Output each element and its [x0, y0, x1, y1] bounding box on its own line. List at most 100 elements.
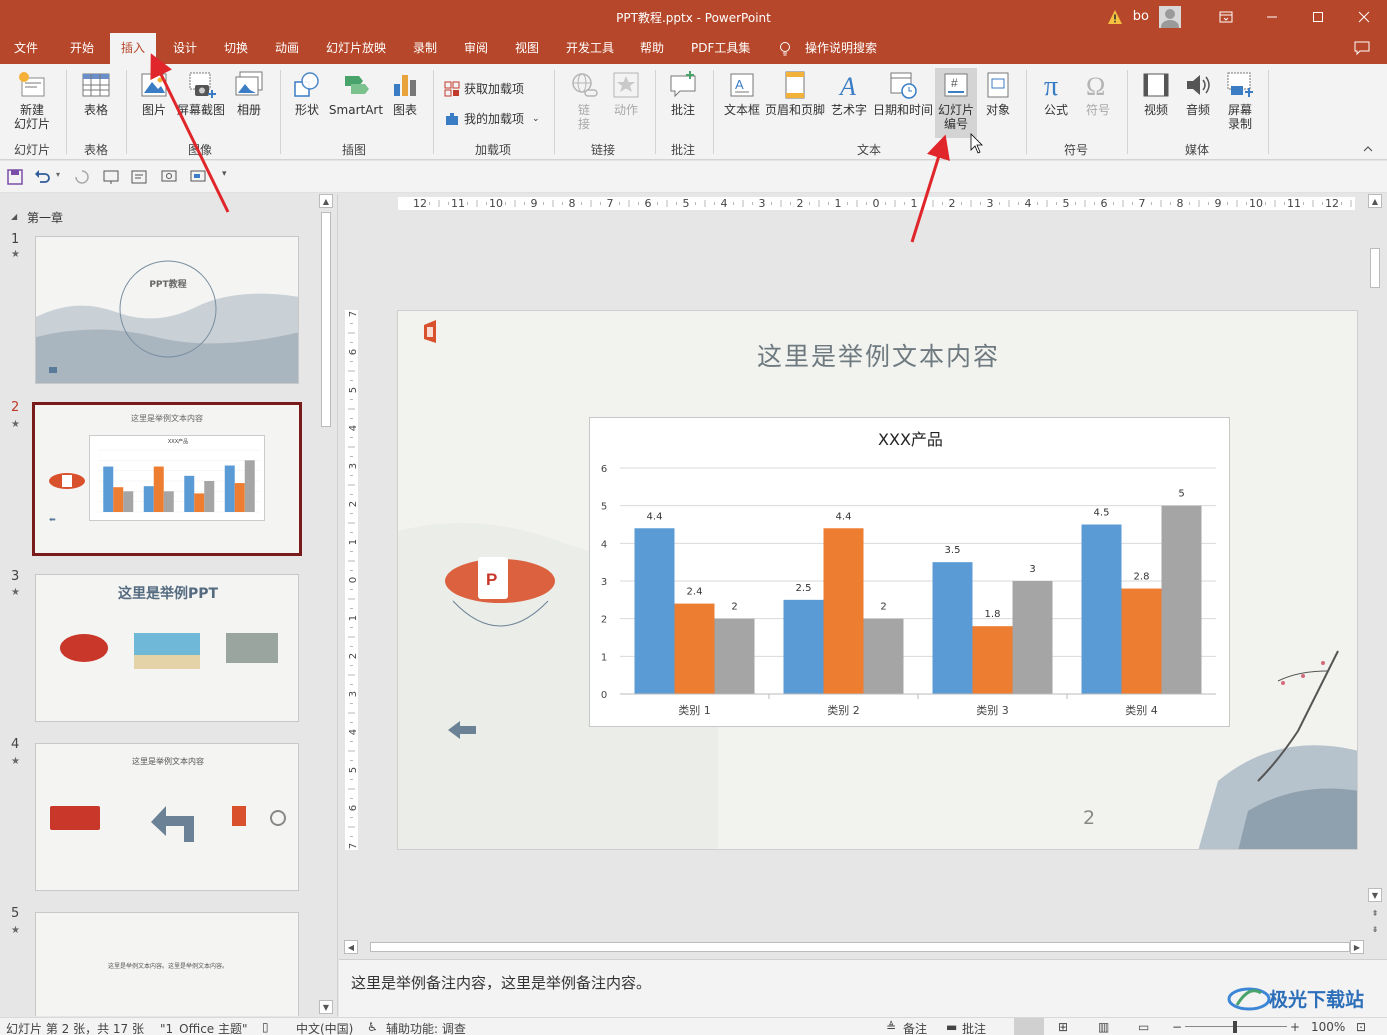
slide-number-button[interactable]: # 幻灯片 编号: [935, 68, 977, 138]
object-button[interactable]: 对象: [978, 70, 1018, 117]
chart-bar[interactable]: [1081, 524, 1122, 695]
tab-developer[interactable]: 开发工具: [555, 33, 625, 64]
section-title[interactable]: 第一章: [27, 209, 63, 226]
notes-toggle-icon[interactable]: ≜: [886, 1020, 896, 1034]
thumbnail-scrollbar[interactable]: ▲ ▼: [319, 194, 333, 1016]
tab-pdf-tools[interactable]: PDF工具集: [680, 33, 761, 64]
slide-number-placeholder[interactable]: 2: [1083, 807, 1095, 829]
language-status[interactable]: 中文(中国): [296, 1020, 353, 1035]
screenshot-button[interactable]: 屏幕截图: [175, 70, 227, 117]
scroll-down-button[interactable]: ▼: [319, 1000, 333, 1014]
chart-bar[interactable]: [1121, 588, 1162, 694]
undo-icon[interactable]: [34, 169, 50, 185]
slide-thumbnail-2[interactable]: 这里是举例文本内容 XXX产品 ⬅: [32, 402, 302, 556]
chart-bar[interactable]: [674, 603, 715, 694]
chart-bar[interactable]: [1161, 505, 1202, 694]
link-button[interactable]: 链 接: [564, 70, 604, 131]
scroll-up-button[interactable]: ▲: [1368, 194, 1382, 208]
chevron-down-icon[interactable]: ⌄: [532, 114, 540, 124]
warning-icon[interactable]: [1107, 9, 1123, 25]
next-slide-icon[interactable]: ⇟: [1368, 922, 1382, 936]
tell-me-search[interactable]: 操作说明搜索: [794, 33, 888, 64]
accessibility-status[interactable]: 辅助功能: 调查: [386, 1020, 466, 1035]
video-button[interactable]: 视频: [1136, 70, 1176, 117]
tab-insert[interactable]: 插入: [110, 33, 157, 64]
slide-canvas[interactable]: P 这里是举例文本内容 XXX产品 0 1 2 3 4 5 6 4.4 2.4 2 类别 1 2.5 4.…: [397, 310, 1358, 850]
slide-sorter-view-icon[interactable]: ⊞: [1058, 1020, 1068, 1034]
chart-bar[interactable]: [823, 528, 864, 694]
customize-qat-icon[interactable]: ▾: [222, 169, 227, 179]
redo-icon[interactable]: [74, 169, 90, 185]
textbox-button[interactable]: A 文本框: [721, 70, 763, 117]
scroll-left-button[interactable]: ◀: [344, 940, 358, 954]
shapes-button[interactable]: 形状: [287, 70, 327, 117]
chart-bar[interactable]: [783, 599, 824, 694]
maximize-button[interactable]: [1295, 0, 1341, 33]
chart-bar[interactable]: [932, 562, 973, 694]
zoom-in-button[interactable]: +: [1290, 1020, 1300, 1034]
slideshow-from-start-icon[interactable]: [103, 169, 119, 185]
notes-toggle-button[interactable]: 备注: [903, 1020, 927, 1035]
normal-view-button[interactable]: [1014, 1018, 1044, 1035]
chart-button[interactable]: 图表: [385, 70, 425, 117]
picture-button[interactable]: 图片: [134, 70, 174, 117]
comment-button[interactable]: 批注: [663, 70, 703, 117]
collapse-ribbon-icon[interactable]: [1363, 144, 1373, 154]
vertical-ruler[interactable]: 7 6 5 4 3 2 1 0 1 2 3 4 5 6 7: [345, 310, 358, 850]
section-collapse-icon[interactable]: ◢: [11, 212, 17, 221]
photo-album-button[interactable]: 相册: [229, 70, 269, 117]
action-button[interactable]: 动作: [606, 70, 646, 117]
scroll-up-button[interactable]: ▲: [319, 194, 333, 208]
my-addins-button[interactable]: 我的加载项 ⌄: [444, 110, 540, 127]
wordart-button[interactable]: A 艺术字: [828, 70, 870, 117]
symbol-button[interactable]: Ω 符号: [1078, 70, 1118, 117]
undo-dropdown-icon[interactable]: ▾: [56, 170, 60, 179]
ribbon-display-options-button[interactable]: [1203, 0, 1249, 33]
bar-chart[interactable]: XXX产品 0 1 2 3 4 5 6 4.4 2.4 2 类别 1 2.5 4.4 2 类别 2 3.5 1.8…: [590, 418, 1231, 728]
reading-view-icon[interactable]: ▥: [1098, 1020, 1109, 1034]
smartart-button[interactable]: SmartArt: [329, 70, 383, 117]
zoom-out-button[interactable]: −: [1172, 1020, 1182, 1034]
tab-view[interactable]: 视图: [504, 33, 550, 64]
chart-bar[interactable]: [634, 528, 675, 694]
comments-icon[interactable]: [1354, 41, 1370, 56]
slide-thumbnail-4[interactable]: 这里是举例文本内容: [35, 743, 299, 891]
zoom-level[interactable]: 100%: [1311, 1020, 1345, 1034]
screen-icon[interactable]: [190, 169, 206, 185]
editor-vertical-scrollbar[interactable]: ▲ ▼ ⇞ ⇟: [1368, 194, 1382, 942]
present-icon[interactable]: [161, 169, 177, 185]
equation-button[interactable]: π 公式: [1036, 70, 1076, 117]
audio-button[interactable]: 音频: [1178, 70, 1218, 117]
scroll-right-button[interactable]: ▶: [1350, 940, 1364, 954]
new-slide-button[interactable]: 新建 幻灯片: [6, 70, 58, 131]
tab-help[interactable]: 帮助: [629, 33, 675, 64]
chart-bar[interactable]: [714, 618, 755, 694]
slide-thumbnail-5[interactable]: 这里是举例文本内容。这里是举例文本内容。: [35, 912, 299, 1016]
slide-title[interactable]: 这里是举例文本内容: [398, 337, 1357, 373]
scrollbar-thumb[interactable]: [321, 212, 331, 427]
tab-record[interactable]: 录制: [402, 33, 448, 64]
text-layout-icon[interactable]: [131, 169, 147, 185]
slideshow-view-icon[interactable]: ▭: [1138, 1020, 1149, 1034]
tab-transitions[interactable]: 切换: [213, 33, 259, 64]
user-name[interactable]: bo: [1133, 9, 1149, 24]
close-button[interactable]: [1341, 0, 1387, 33]
chart-container[interactable]: XXX产品 0 1 2 3 4 5 6 4.4 2.4 2 类别 1 2.5 4.4 2 类别 2 3.5 1.8…: [589, 417, 1230, 727]
comments-toggle-icon[interactable]: ▬: [946, 1020, 957, 1034]
tab-review[interactable]: 审阅: [453, 33, 499, 64]
previous-slide-icon[interactable]: ⇞: [1368, 906, 1382, 920]
editor-horizontal-scrollbar[interactable]: ◀ ▶: [344, 940, 1364, 954]
slide-thumbnail-3[interactable]: 这里是举例PPT: [35, 574, 299, 722]
comments-toggle-button[interactable]: 批注: [962, 1020, 986, 1035]
spellcheck-icon[interactable]: ▯: [262, 1020, 269, 1034]
notes-text[interactable]: 这里是举例备注内容，这里是举例备注内容。: [351, 972, 651, 993]
header-footer-button[interactable]: 页眉和页脚: [764, 70, 826, 117]
tab-home[interactable]: 开始: [59, 33, 105, 64]
fit-to-window-icon[interactable]: ⊡: [1356, 1020, 1366, 1034]
table-button[interactable]: 表格: [76, 70, 116, 117]
scrollbar-thumb[interactable]: [1370, 248, 1380, 288]
horizontal-ruler[interactable]: 12 11 10 9 8 7 6 5 4 3 2 1 0 1 2 3 4 5 6 7 8 9 10 11 12: [398, 197, 1355, 210]
slide-thumbnail-1[interactable]: PPT教程: [35, 236, 299, 384]
avatar[interactable]: [1159, 5, 1181, 28]
tab-slideshow[interactable]: 幻灯片放映: [315, 33, 397, 64]
